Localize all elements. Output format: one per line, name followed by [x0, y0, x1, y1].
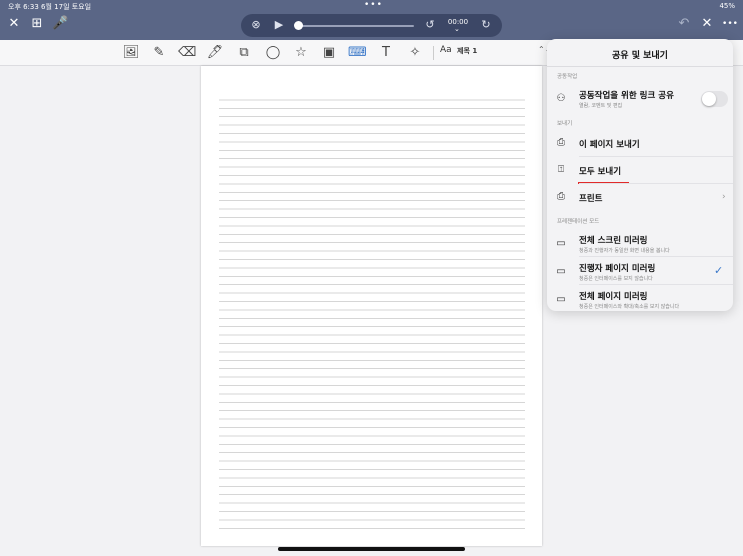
play-icon[interactable]: ▶: [272, 18, 286, 32]
forward-icon[interactable]: ↻: [479, 18, 493, 32]
document-export-icon: ⍐: [558, 164, 564, 175]
shapes-icon[interactable]: ⧉: [235, 44, 253, 62]
page-mirror-icon: ▭: [556, 294, 566, 305]
image-lasso-icon[interactable]: 🖼: [122, 44, 140, 62]
presenter-mirror-icon: ▭: [556, 266, 566, 277]
share-nodes-icon: ⚇: [556, 93, 566, 104]
send-all-row[interactable]: ⍐ 모두 보내기: [547, 157, 733, 184]
mirror-presenter-page-row[interactable]: ▭ 진행자 페이지 미러링 청중은 인터페이스를 보지 않습니다 ✓: [547, 257, 733, 285]
playback-knob[interactable]: [294, 21, 303, 30]
audio-player: ⊗ ▶ ↺ 00:00 ⌄ ↻: [241, 14, 502, 37]
divider: [547, 66, 733, 67]
mirror-full-screen-label: 전체 스크린 미러링: [579, 236, 648, 246]
status-bar: 오후 6:33 6월 17일 토요일 ••• 45%: [0, 0, 743, 12]
laser-pointer-icon[interactable]: ✧: [406, 44, 424, 62]
microphone-icon[interactable]: 🎤: [52, 16, 68, 32]
collab-link-label: 공동작업을 위한 링크 공유: [579, 91, 674, 101]
toolbar-divider: [433, 46, 434, 60]
image-icon[interactable]: ▣: [320, 44, 338, 62]
notebook-page[interactable]: [201, 66, 542, 546]
mirror-full-screen-sub: 청중과 진행자가 동일한 화면 내용을 봅니다: [579, 248, 670, 254]
share-export-popover: 공유 및 보내기 공동작업 ⚇ 공동작업을 위한 링크 공유 열람, 코멘트 및…: [547, 39, 733, 311]
more-icon[interactable]: •••: [722, 16, 738, 32]
eraser-icon[interactable]: ⌫: [178, 44, 196, 62]
pen-icon[interactable]: ✎: [150, 44, 168, 62]
home-indicator[interactable]: [278, 547, 465, 551]
text-box-icon[interactable]: T: [377, 44, 395, 62]
page-export-icon: ⎙: [557, 137, 565, 148]
collab-link-sub: 열람, 코멘트 및 편집: [579, 103, 623, 109]
mirror-full-page-row[interactable]: ▭ 전체 페이지 미러링 청중은 인터페이스와 확대/축소를 보지 않습니다: [547, 285, 733, 311]
popover-title: 공유 및 보내기: [612, 51, 668, 61]
screen-mirror-icon: ▭: [556, 238, 566, 249]
section-label-presentation: 프레젠테이션 모드: [557, 219, 600, 225]
printer-icon: ⎙: [557, 191, 565, 202]
top-bar: 오후 6:33 6월 17일 토요일 ••• 45% ✕ ⊞ 🎤 ⊗ ▶ ↺ 0…: [0, 0, 743, 40]
playback-track[interactable]: [296, 25, 414, 27]
chevron-right-icon: ›: [722, 192, 726, 202]
send-this-page-row[interactable]: ⎙ 이 페이지 보내기: [547, 130, 733, 157]
toggle-knob: [702, 92, 716, 106]
highlighter-icon[interactable]: 🖊: [206, 44, 224, 62]
font-style-name[interactable]: 제목 1: [457, 46, 477, 56]
stop-recording-icon[interactable]: ⊗: [249, 18, 263, 32]
print-label: 프린트: [579, 194, 603, 204]
section-label-send: 보내기: [557, 121, 573, 127]
mirror-full-page-label: 전체 페이지 미러링: [579, 292, 648, 302]
close-icon[interactable]: ✕: [6, 16, 22, 32]
close-icon[interactable]: ✕: [699, 16, 715, 32]
lasso-icon[interactable]: ◯: [264, 44, 282, 62]
battery-percent: 45%: [719, 2, 735, 10]
send-all-label: 모두 보내기: [579, 167, 622, 177]
checkmark-icon: ✓: [714, 264, 724, 277]
mirror-presenter-page-label: 진행자 페이지 미러링: [579, 264, 656, 274]
multitask-dots[interactable]: •••: [364, 0, 383, 10]
keyboard-icon[interactable]: ⌨: [348, 44, 367, 62]
mirror-presenter-page-sub: 청중은 인터페이스를 보지 않습니다: [579, 276, 653, 282]
sticker-icon[interactable]: ☆: [292, 44, 310, 62]
collab-link-share-row[interactable]: ⚇ 공동작업을 위한 링크 공유 열람, 코멘트 및 편집: [547, 84, 733, 114]
status-time-date: 오후 6:33 6월 17일 토요일: [8, 3, 92, 11]
mirror-full-screen-row[interactable]: ▭ 전체 스크린 미러링 청중과 진행자가 동일한 화면 내용을 봅니다: [547, 229, 733, 257]
grid-icon[interactable]: ⊞: [29, 16, 45, 32]
undo-icon[interactable]: ↶: [676, 16, 692, 32]
mirror-full-page-sub: 청중은 인터페이스와 확대/축소를 보지 않습니다: [579, 304, 680, 310]
section-label-collab: 공동작업: [557, 74, 578, 80]
collab-toggle[interactable]: [701, 91, 728, 107]
print-row[interactable]: ⎙ 프린트 ›: [547, 184, 733, 211]
chevron-down-icon[interactable]: ⌄: [454, 25, 460, 33]
send-this-page-label: 이 페이지 보내기: [579, 140, 640, 150]
font-icon[interactable]: Aa: [440, 45, 452, 55]
ruled-lines: [219, 92, 525, 532]
rewind-icon[interactable]: ↺: [423, 18, 437, 32]
